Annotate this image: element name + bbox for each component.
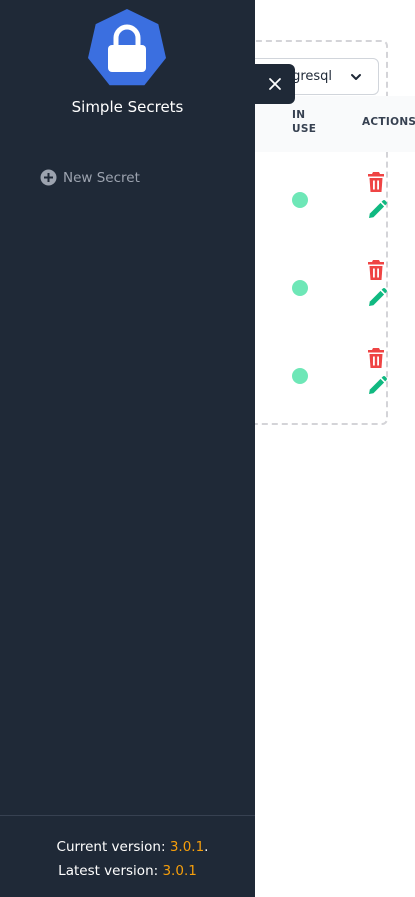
lock-icon [88,9,166,86]
latest-version-value: 3.0.1 [162,863,197,879]
current-version-label: Current version: [56,839,170,855]
close-sidebar-button[interactable] [255,64,295,104]
sidebar: Simple Secrets New Secret Current versio… [0,0,255,897]
column-header-actions: ACTIONS [362,116,415,128]
latest-version-label: Latest version: [58,863,163,879]
new-secret-label: New Secret [63,169,140,186]
trash-icon[interactable] [367,171,385,193]
app-root: tgresql IN USE ACTIONS Simple Secrets Ne… [0,0,415,897]
in-use-status-dot [292,192,308,208]
pencil-icon[interactable] [366,199,388,221]
trash-icon[interactable] [367,347,385,369]
current-version-suffix: . [204,839,209,855]
pencil-icon[interactable] [366,287,388,309]
column-header-in-use: IN USE [292,109,317,135]
latest-version: Latest version: 3.0.1 [0,863,255,879]
in-use-status-dot [292,280,308,296]
current-version: Current version: 3.0.1. [0,839,255,855]
pencil-icon[interactable] [366,375,388,397]
in-use-status-dot [292,368,308,384]
current-version-value: 3.0.1 [169,839,205,855]
version-footer: Current version: 3.0.1. Latest version: … [0,815,255,897]
plus-circle-icon [40,169,57,186]
close-icon [269,78,281,90]
chevron-down-icon [351,74,361,80]
new-secret-link[interactable]: New Secret [40,169,140,186]
trash-icon[interactable] [367,259,385,281]
app-title: Simple Secrets [71,98,184,116]
